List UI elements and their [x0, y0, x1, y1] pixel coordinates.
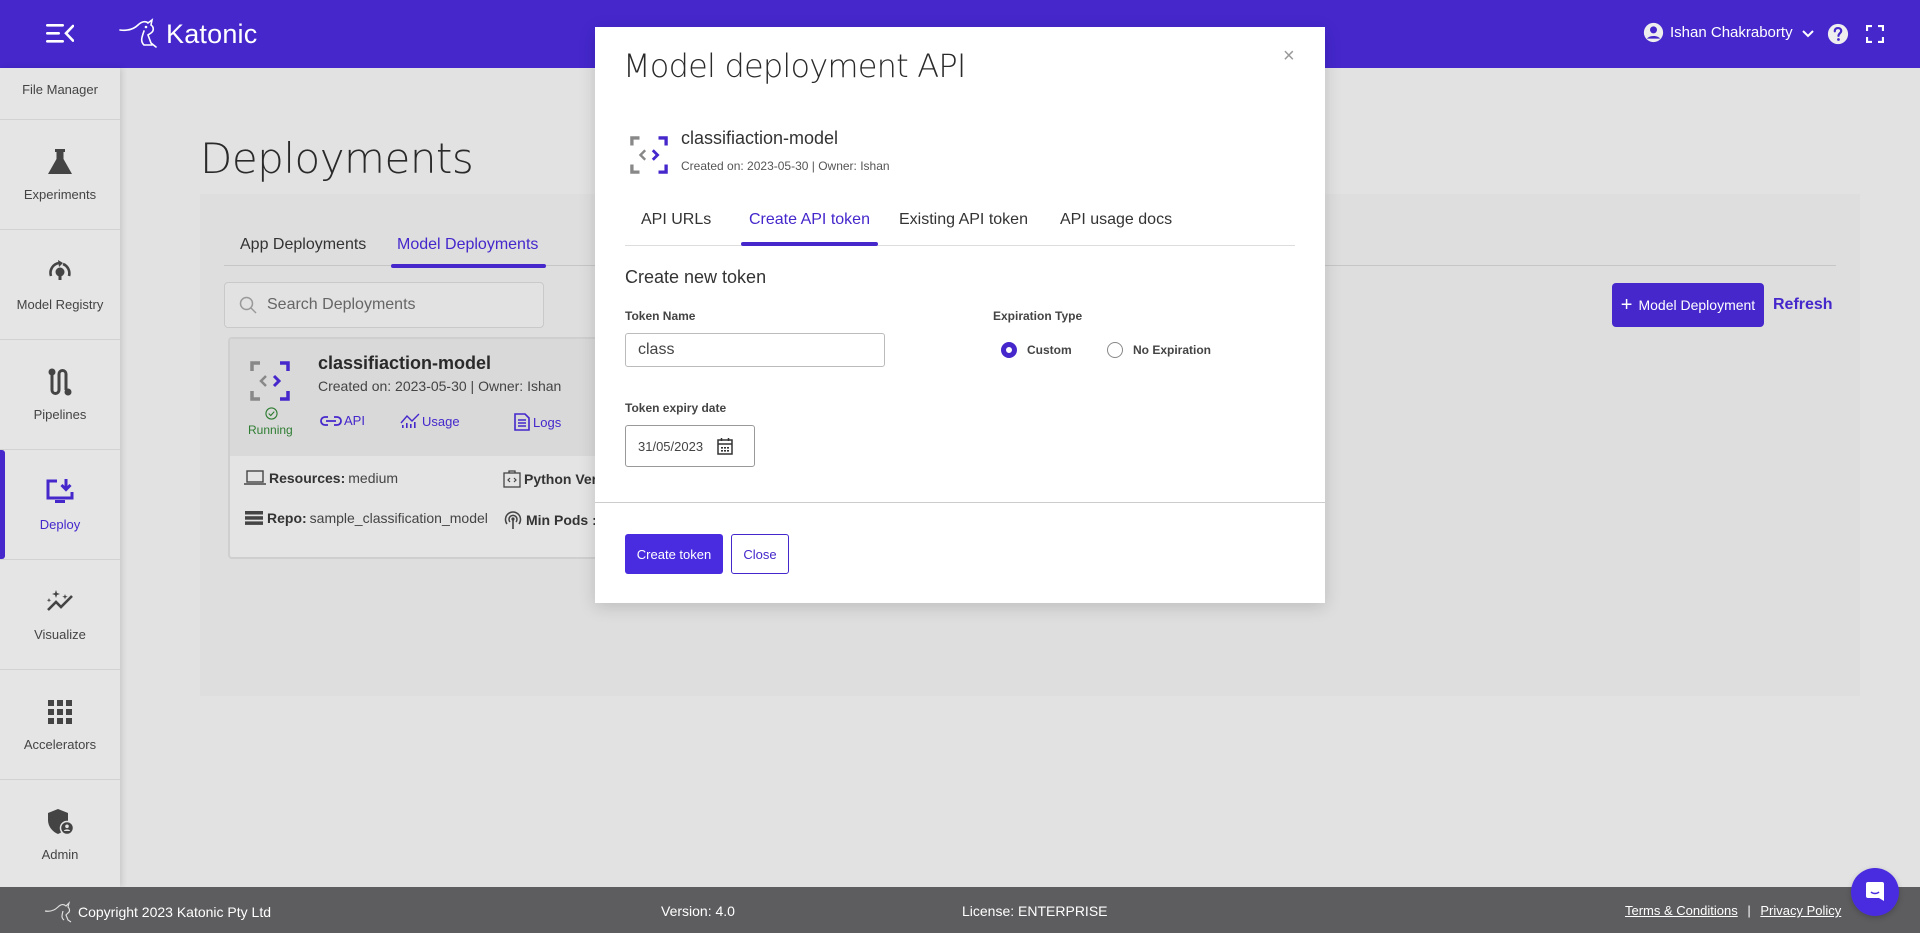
section-title: Create new token [625, 267, 767, 287]
token-name-label: Token Name [625, 309, 696, 323]
footer-separator: | [1747, 903, 1751, 918]
kangaroo-logo-icon [44, 901, 72, 923]
tab-existing-api-token[interactable]: Existing API token [899, 211, 1028, 229]
model-code-icon [630, 136, 668, 174]
token-expiry-date-label: Token expiry date [625, 401, 727, 415]
radio-selected-icon [1001, 342, 1017, 358]
footer-links: Terms & Conditions | Privacy Policy [1625, 903, 1841, 918]
close-icon[interactable]: × [1283, 45, 1295, 68]
radio-custom[interactable]: Custom [1001, 342, 1072, 358]
chat-launcher-button[interactable] [1851, 868, 1899, 916]
expiry-date-value: 31/05/2023 [638, 438, 704, 454]
license: License: ENTERPRISE [962, 903, 1108, 919]
radio-no-expiration[interactable]: No Expiration [1107, 342, 1211, 358]
expiry-date-input[interactable]: 31/05/2023 [625, 425, 755, 467]
dialog-title: Model deployment API [623, 47, 966, 85]
close-button[interactable]: Close [731, 534, 789, 574]
calendar-icon[interactable] [717, 437, 733, 455]
tab-api-usage-docs[interactable]: API usage docs [1060, 211, 1172, 229]
tab-create-api-token[interactable]: Create API token [741, 211, 878, 246]
dialog-model-name: classifiaction-model [681, 128, 839, 148]
token-name-input[interactable] [625, 333, 885, 367]
dialog-tabs: API URLs Create API token Existing API t… [625, 203, 1295, 246]
dialog-divider [595, 502, 1325, 503]
expiration-type-label: Expiration Type [993, 309, 1083, 323]
terms-link[interactable]: Terms & Conditions [1625, 903, 1738, 918]
version: Version: 4.0 [661, 903, 735, 919]
privacy-link[interactable]: Privacy Policy [1760, 903, 1841, 918]
copyright: Copyright 2023 Katonic Pty Ltd [44, 901, 271, 923]
footer: Copyright 2023 Katonic Pty Ltd Version: … [0, 887, 1920, 933]
create-token-button[interactable]: Create token [625, 534, 723, 574]
model-deployment-api-dialog: Model deployment API × classifiaction-mo… [595, 27, 1325, 603]
radio-custom-label: Custom [1027, 343, 1072, 357]
radio-no-expiration-label: No Expiration [1133, 343, 1212, 357]
dialog-model-meta: Created on: 2023-05-30 | Owner: Ishan [681, 159, 890, 173]
radio-unselected-icon [1107, 342, 1123, 358]
tab-api-urls[interactable]: API URLs [641, 211, 711, 229]
chat-icon [1866, 882, 1884, 901]
copyright-text: Copyright 2023 Katonic Pty Ltd [78, 904, 272, 920]
